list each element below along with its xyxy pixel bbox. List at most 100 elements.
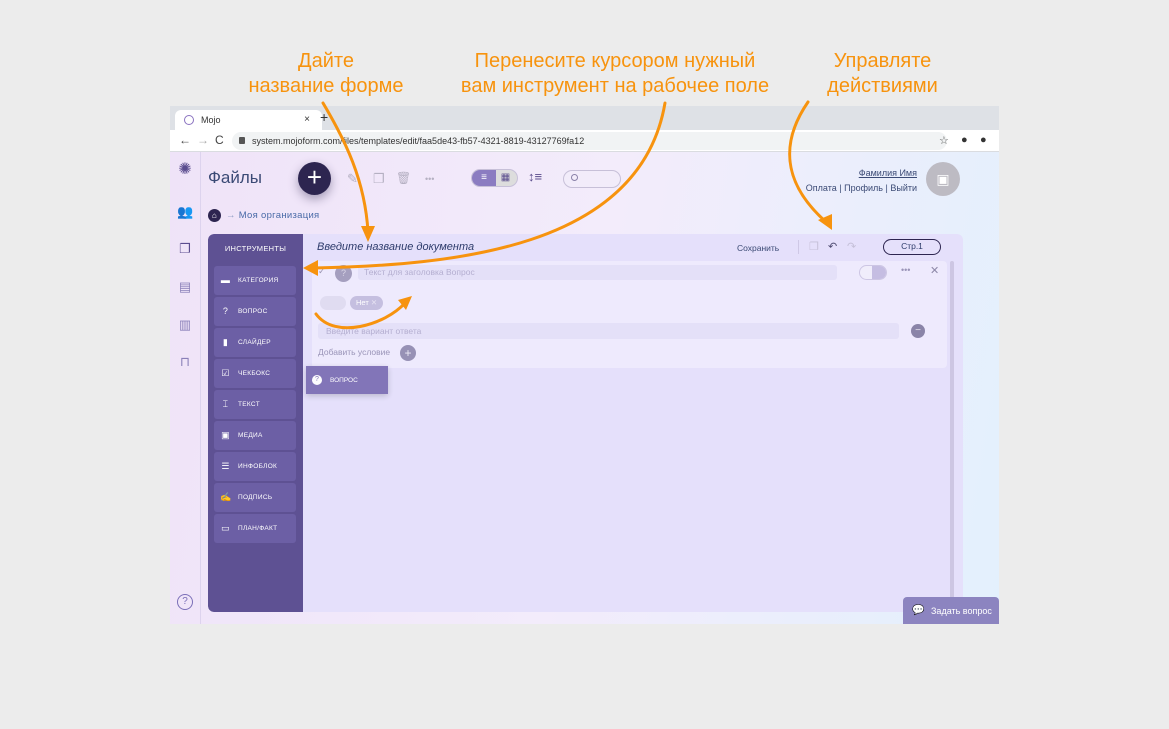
ask-question-button[interactable]: 💬 Задать вопрос	[903, 597, 999, 624]
tool-question[interactable]: ? ВОПРОС	[214, 297, 296, 326]
tool-slider[interactable]: ▮ СЛАЙДЕР	[214, 328, 296, 357]
dragged-tool-question[interactable]: ? ВОПРОС	[306, 366, 388, 394]
logo-icon[interactable]: ✺	[177, 162, 193, 178]
add-condition-button[interactable]: +	[400, 345, 416, 361]
create-button[interactable]: +	[298, 162, 331, 195]
more-icon[interactable]: •••	[425, 174, 434, 184]
tool-label: ВОПРОС	[238, 308, 268, 315]
breadcrumb-organization[interactable]: Моя организация	[239, 210, 320, 221]
browser-tab[interactable]: Mojo ×	[175, 110, 322, 130]
forward-icon[interactable]: →	[197, 133, 209, 147]
logout-link[interactable]: Выйти	[890, 183, 917, 193]
checkbox-icon: ☑	[221, 368, 230, 378]
search-input[interactable]	[563, 170, 621, 188]
new-tab-button[interactable]: +	[320, 109, 328, 125]
address-bar: ← → C system.mojoform.com/files/template…	[170, 130, 999, 152]
favicon-icon	[184, 115, 194, 125]
tool-plan-fact[interactable]: ▭ ПЛАН/ФАКТ	[214, 514, 296, 543]
duplicate-icon[interactable]: ❐	[809, 240, 819, 253]
profile-link[interactable]: Профиль	[844, 183, 883, 193]
layout-toggle[interactable]	[859, 265, 887, 280]
question-close-icon[interactable]: ✕	[930, 264, 939, 277]
home-icon[interactable]: ⌂	[208, 209, 221, 222]
form-editor: ИНСТРУМЕНТЫ ▬ КАТЕГОРИЯ ? ВОПРОС ▮ СЛАЙДЕР …	[208, 234, 963, 612]
extension-icon[interactable]: ●	[980, 134, 987, 146]
chart-icon[interactable]: ▥	[177, 317, 193, 333]
payment-link[interactable]: Оплата	[806, 183, 837, 193]
tool-label: ЧЕКБОКС	[238, 370, 271, 377]
tool-text[interactable]: ⌶ ТЕКСТ	[214, 390, 296, 419]
separator: |	[839, 183, 842, 193]
answer-option-input[interactable]: Введите вариант ответа	[318, 323, 899, 339]
tool-checkbox[interactable]: ☑ ЧЕКБОКС	[214, 359, 296, 388]
folder-icon: ▬	[220, 275, 231, 285]
scrollbar[interactable]	[950, 261, 954, 612]
check-icon[interactable]: ✓	[318, 266, 326, 277]
undo-icon[interactable]: ↶	[828, 240, 837, 253]
grid-view-icon[interactable]: ▦	[494, 170, 517, 186]
delete-icon[interactable]: 🗑	[396, 171, 411, 185]
question-title-input[interactable]: Текст для заголовка Вопрос	[358, 265, 837, 280]
archive-icon[interactable]: ⊓	[177, 354, 193, 370]
annotation-manage-actions: Управляте действиями	[827, 50, 938, 97]
tool-label: ПОДПИСЬ	[238, 494, 273, 501]
media-icon: ▣	[221, 430, 230, 440]
document-icon[interactable]: ▤	[177, 279, 193, 295]
search-icon	[571, 174, 578, 181]
reload-icon[interactable]: C	[215, 133, 224, 147]
page-title: Файлы	[208, 168, 263, 187]
question-icon: ?	[222, 306, 229, 316]
user-menu: Фамилия Имя Оплата | Профиль | Выйти	[806, 166, 917, 196]
add-condition-label[interactable]: Добавить условие	[318, 347, 390, 357]
view-toggle[interactable]: ≡ ▦	[471, 169, 518, 187]
tools-title: ИНСТРУМЕНТЫ	[224, 244, 287, 253]
help-icon[interactable]: ?	[177, 594, 193, 610]
ask-question-label: Задать вопрос	[931, 606, 992, 616]
save-button[interactable]: Сохранить	[737, 243, 779, 253]
image-placeholder-icon: ▣	[936, 171, 950, 187]
users-icon[interactable]: 👥	[177, 204, 193, 220]
avatar[interactable]: ▣	[926, 162, 960, 196]
profile-icon[interactable]: ●	[961, 134, 968, 146]
list-view-icon[interactable]: ≡	[472, 170, 496, 186]
tag-remove-icon[interactable]: ✕	[371, 298, 377, 307]
breadcrumb: ⌂ → Моя организация	[208, 209, 320, 222]
slider-icon: ▮	[222, 337, 229, 347]
user-name-link[interactable]: Фамилия Имя	[806, 166, 917, 181]
browser-window: Mojo × + ← → C system.mojoform.com/files…	[170, 106, 999, 624]
tab-title: Mojo	[201, 115, 221, 125]
grid-icon	[872, 266, 886, 279]
edit-icon[interactable]: ✎	[347, 171, 358, 187]
question-more-icon[interactable]: •••	[901, 265, 910, 275]
tool-media[interactable]: ▣ МЕДИА	[214, 421, 296, 450]
tool-category[interactable]: ▬ КАТЕГОРИЯ	[214, 266, 296, 295]
files-icon[interactable]: ❐	[177, 241, 193, 257]
copy-icon[interactable]: ❐	[373, 171, 385, 187]
tool-label: МЕДИА	[238, 432, 263, 439]
tool-label: ИНФОБЛОК	[238, 463, 278, 470]
tool-label: ТЕКСТ	[238, 401, 260, 408]
question-icon: ?	[312, 375, 322, 385]
back-icon[interactable]: ←	[179, 133, 191, 147]
tool-infoblock[interactable]: ☰ ИНФОБЛОК	[214, 452, 296, 481]
dragged-tool-label: ВОПРОС	[330, 377, 358, 384]
document-title-input[interactable]: Введите название документа	[317, 241, 474, 253]
redo-icon[interactable]: ↷	[847, 240, 856, 253]
app-page: ✺ 👥 ❐ ▤ ▥ ⊓ ? Файлы + ✎ ❐ 🗑 ••• ≡ ▦ ↕≡ Ф…	[170, 152, 999, 624]
url-input[interactable]: system.mojoform.com/files/templates/edit…	[232, 132, 947, 150]
sort-icon[interactable]: ↕≡	[528, 169, 542, 184]
bookmark-star-icon[interactable]: ☆	[939, 134, 949, 147]
breadcrumb-arrow: →	[225, 210, 236, 222]
tool-signature[interactable]: ✍ ПОДПИСЬ	[214, 483, 296, 512]
annotation-drag-tool: Перенесите курсором нужный вам инструмен…	[460, 50, 770, 97]
answer-tag[interactable]: Нет ✕	[350, 296, 383, 310]
tool-label: ПЛАН/ФАКТ	[238, 525, 278, 532]
question-badge-icon: ?	[335, 265, 352, 282]
text-field-icon: ⌶	[222, 399, 229, 409]
list-icon: ☰	[221, 461, 230, 471]
tab-close-icon[interactable]: ×	[304, 114, 310, 125]
plan-fact-icon: ▭	[221, 523, 230, 533]
annotation-name-form: Дайте название форме	[248, 50, 404, 97]
answer-remove-button[interactable]: −	[911, 324, 925, 338]
page-button[interactable]: Стр.1	[883, 239, 941, 255]
